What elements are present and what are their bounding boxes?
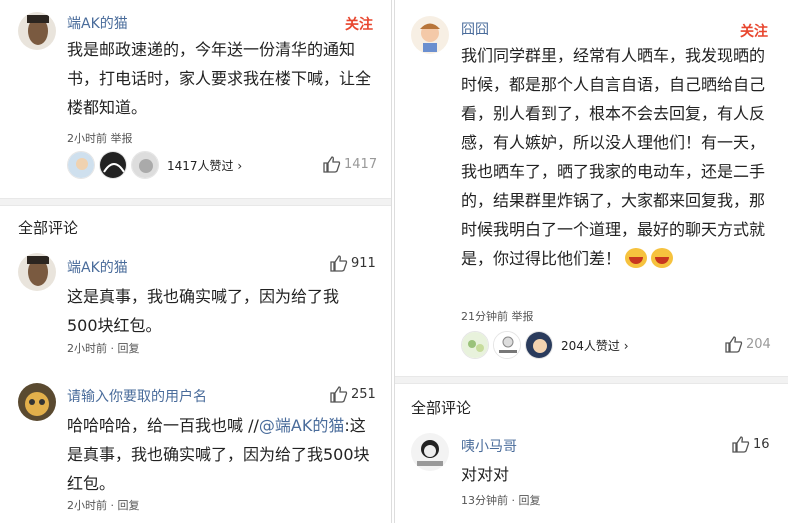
like-button[interactable]: 911 xyxy=(330,255,376,272)
avatar xyxy=(67,151,95,179)
avatar[interactable] xyxy=(18,383,56,421)
post-meta[interactable]: 2小时前 举报 xyxy=(67,130,133,146)
comment-meta[interactable]: 2小时前 · 回复 xyxy=(67,497,140,513)
thumbs-up-icon xyxy=(330,386,348,403)
section-divider xyxy=(0,198,391,206)
likers-row[interactable]: 1417人赞过 › xyxy=(67,151,242,179)
avatar xyxy=(131,151,159,179)
avatar[interactable] xyxy=(18,253,56,291)
comment-text-prefix: 哈哈哈哈，给一百我也喊 // xyxy=(67,416,259,435)
avatar xyxy=(461,331,489,359)
thumbs-up-icon xyxy=(323,156,341,173)
avatar[interactable] xyxy=(411,16,449,54)
post-text: 我们同学群里，经常有人晒车，我发现晒的时候，都是那个人自言自语，自己晒给自己看，… xyxy=(461,41,779,273)
like-count: 911 xyxy=(351,256,376,271)
likes-summary[interactable]: 204人赞过 › xyxy=(561,337,629,354)
like-button[interactable]: 1417 xyxy=(323,156,377,173)
thumbs-up-icon xyxy=(732,436,750,453)
avatar[interactable] xyxy=(411,433,449,471)
post-username[interactable]: 端AK的猫 xyxy=(67,13,128,33)
likes-summary[interactable]: 1417人赞过 › xyxy=(167,157,242,174)
like-button[interactable]: 16 xyxy=(732,436,770,453)
comment-meta[interactable]: 13分钟前 · 回复 xyxy=(461,492,541,508)
like-button[interactable]: 204 xyxy=(725,336,771,353)
mention-link[interactable]: @端AK的猫 xyxy=(259,416,344,435)
comment-text: 对对对 xyxy=(461,465,510,484)
comment-text: 哈哈哈哈，给一百我也喊 //@端AK的猫:这是真事，我也确实喊了，因为给了我50… xyxy=(67,411,372,498)
comments-title: 全部评论 xyxy=(411,399,472,417)
thumbs-up-icon xyxy=(330,255,348,272)
post-username[interactable]: 囧囧 xyxy=(461,19,489,39)
follow-button[interactable]: 关注 xyxy=(345,14,373,34)
avatar[interactable] xyxy=(18,12,56,50)
post-meta[interactable]: 21分钟前 举报 xyxy=(461,308,534,324)
avatar xyxy=(493,331,521,359)
avatar xyxy=(99,151,127,179)
left-panel: 端AK的猫 关注 我是邮政速递的，今年送一份清华的通知书，打电话时，家人要求我在… xyxy=(0,0,392,523)
right-panel: 囧囧 关注 我们同学群里，经常有人晒车，我发现晒的时候，都是那个人自言自语，自己… xyxy=(394,0,788,523)
avatar xyxy=(525,331,553,359)
comment-meta[interactable]: 2小时前 · 回复 xyxy=(67,340,140,356)
post-text-content: 我们同学群里，经常有人晒车，我发现晒的时候，都是那个人自言自语，自己晒给自己看，… xyxy=(461,46,766,268)
comment-username[interactable]: 端AK的猫 xyxy=(67,257,128,277)
thumbs-up-icon xyxy=(725,336,743,353)
like-count: 251 xyxy=(351,387,376,402)
grin-emoji-icon xyxy=(625,248,648,268)
likers-row[interactable]: 204人赞过 › xyxy=(461,331,629,359)
comment-text: 这是真事，我也确实喊了，因为给了我500块红包。 xyxy=(67,287,340,335)
like-button[interactable]: 251 xyxy=(330,386,376,403)
follow-button[interactable]: 关注 xyxy=(740,21,768,41)
comment-username[interactable]: 请输入你要取的用户名 xyxy=(67,386,207,406)
comment-username[interactable]: 咦小马哥 xyxy=(461,436,517,456)
like-count: 204 xyxy=(746,337,771,352)
grin-emoji-icon xyxy=(651,248,674,268)
like-count: 1417 xyxy=(344,157,378,172)
comments-title: 全部评论 xyxy=(18,219,79,237)
section-divider xyxy=(395,376,788,384)
like-count: 16 xyxy=(753,437,770,452)
post-text: 我是邮政速递的，今年送一份清华的通知书，打电话时，家人要求我在楼下喊，让全楼都知… xyxy=(67,40,372,117)
